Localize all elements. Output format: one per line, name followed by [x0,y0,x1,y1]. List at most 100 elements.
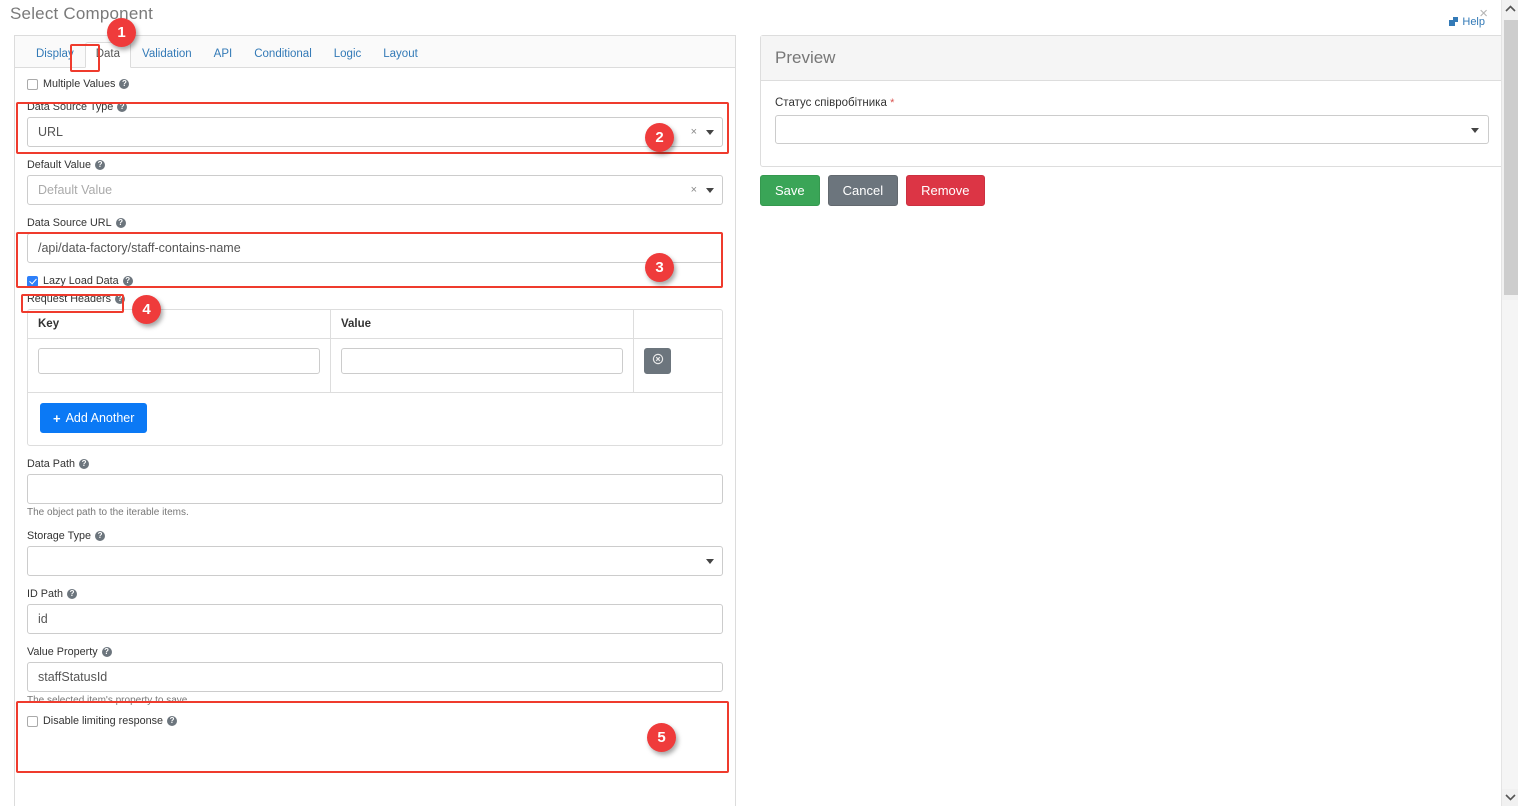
data-source-url-value: /api/data-factory/staff-contains-name [38,241,241,255]
clear-icon[interactable]: × [691,126,697,138]
tab-layout[interactable]: Layout [372,42,429,69]
help-link[interactable]: Help [1449,16,1485,28]
scroll-down-arrow-icon[interactable] [1502,789,1518,806]
chevron-down-icon[interactable] [706,187,714,193]
disable-limiting-checkbox[interactable] [27,715,38,727]
multiple-values-checkbox[interactable] [27,78,38,90]
column-header-value: Value [331,310,634,338]
id-path-value: id [38,612,48,626]
settings-tabs: Display Data Validation API Conditional … [25,41,429,69]
disable-limiting-label: Disable limiting response ? [43,715,178,727]
default-value-placeholder: Default Value [38,183,113,197]
data-path-field: Data Path ? The object path to the itera… [27,458,723,518]
storage-type-label: Storage Type ? [27,530,723,542]
help-tooltip-icon[interactable]: ? [167,716,178,726]
add-another-button[interactable]: + Add Another [40,403,148,433]
multiple-values-row[interactable]: Multiple Values ? [27,78,723,90]
preview-header: Preview [761,36,1503,81]
value-property-label: Value Property ? [27,646,723,658]
value-property-input[interactable]: staffStatusId [27,662,723,692]
header-key-input[interactable] [38,348,320,374]
table-row [28,339,722,393]
request-headers-label: Request Headers ? [27,293,723,305]
annotation-badge-2: 2 [645,123,674,152]
help-tooltip-icon[interactable]: ? [79,459,90,469]
plus-icon: + [53,410,61,426]
data-path-label: Data Path ? [27,458,723,470]
table-footer: + Add Another [28,393,722,445]
data-tab-form: Multiple Values ? Data Source Type ? URL… [15,68,735,727]
remove-circle-icon [652,352,664,370]
request-headers-table: Key Value + Add Another [27,309,723,446]
preview-panel: Preview Статус співробітника * [760,35,1504,167]
data-source-type-value: URL [38,125,64,139]
annotation-badge-5: 5 [647,723,676,752]
save-button[interactable]: Save [760,175,820,206]
tab-api[interactable]: API [203,42,244,69]
help-tooltip-icon[interactable]: ? [67,589,78,599]
data-source-url-input[interactable]: /api/data-factory/staff-contains-name [27,233,723,263]
header-actions-cell [634,339,722,392]
lazy-load-checkbox[interactable] [27,275,38,287]
chevron-down-icon[interactable] [706,558,714,564]
chevron-down-icon[interactable] [1471,128,1479,133]
preview-body: Статус співробітника * [761,81,1503,166]
preview-field-label: Статус співробітника * [775,97,895,109]
header-value-input[interactable] [341,348,623,374]
help-tooltip-icon[interactable]: ? [101,647,112,657]
chevron-down-icon[interactable] [706,129,714,135]
tab-display[interactable]: Display [25,42,85,69]
preview-status-select[interactable] [775,115,1489,144]
header-key-cell [28,339,331,392]
tab-logic[interactable]: Logic [323,42,373,69]
value-property-hint: The selected item's property to save. [27,695,191,706]
data-path-hint: The object path to the iterable items. [27,507,189,518]
add-another-label: Add Another [65,411,135,425]
annotation-badge-1: 1 [107,18,136,47]
column-header-actions [634,310,722,338]
modal-title: Select Component [10,4,154,23]
lazy-load-label: Lazy Load Data ? [43,275,133,287]
default-value-field: Default Value ? Default Value × [27,159,723,205]
remove-row-button[interactable] [644,348,671,374]
disable-limiting-row[interactable]: Disable limiting response ? [27,715,723,727]
data-source-url-label: Data Source URL ? [27,217,723,229]
required-marker: * [890,97,895,109]
help-tooltip-icon[interactable]: ? [115,218,126,228]
select-component-modal: Select Component × Help Display Data Val… [0,0,1518,806]
id-path-input[interactable]: id [27,604,723,634]
data-source-type-select[interactable]: URL × [27,117,723,147]
select-tools: × [691,118,714,146]
annotation-badge-4: 4 [132,295,161,324]
component-settings-panel: Display Data Validation API Conditional … [14,35,736,806]
header-value-cell [331,339,634,392]
storage-type-field: Storage Type ? [27,530,723,576]
default-value-label: Default Value ? [27,159,723,171]
modal-actions: Save Cancel Remove [760,175,985,206]
page-scrollbar[interactable] [1501,0,1518,806]
remove-button[interactable]: Remove [906,175,985,206]
cancel-button[interactable]: Cancel [827,175,899,206]
tab-validation[interactable]: Validation [131,42,203,69]
value-property-value: staffStatusId [38,670,108,684]
select-tools: × [691,176,714,204]
help-tooltip-icon[interactable]: ? [122,276,133,286]
help-tooltip-icon[interactable]: ? [95,160,106,170]
data-path-input[interactable] [27,474,723,504]
help-tooltip-icon[interactable]: ? [95,531,106,541]
scroll-up-arrow-icon[interactable] [1502,0,1518,17]
storage-type-select[interactable] [27,546,723,576]
help-tooltip-icon[interactable]: ? [115,294,126,304]
scrollbar-thumb[interactable] [1504,20,1518,295]
tab-conditional[interactable]: Conditional [243,42,323,69]
clear-icon[interactable]: × [691,184,697,196]
lazy-load-row[interactable]: Lazy Load Data ? [27,275,723,287]
data-source-type-label: Data Source Type ? [27,101,723,113]
help-tooltip-icon[interactable]: ? [117,102,128,112]
id-path-label: ID Path ? [27,588,723,600]
multiple-values-label: Multiple Values ? [43,78,130,90]
help-tooltip-icon[interactable]: ? [119,79,130,89]
scrollbar-track[interactable] [1502,300,1518,789]
column-header-key: Key [28,310,331,338]
default-value-select[interactable]: Default Value × [27,175,723,205]
